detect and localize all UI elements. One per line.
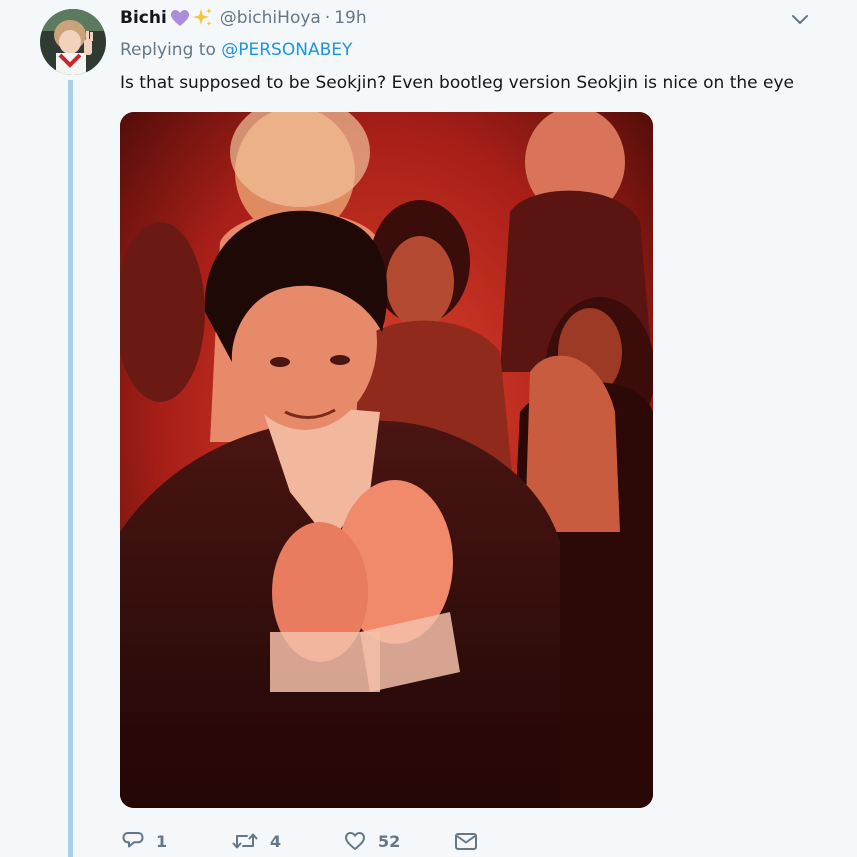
- like-count: 52: [378, 831, 401, 851]
- separator-dot: ·: [324, 8, 331, 28]
- tweet-media-photo[interactable]: [120, 112, 653, 808]
- direct-message-button[interactable]: [454, 826, 478, 856]
- retweet-icon: [232, 830, 258, 852]
- reply-icon: [122, 830, 144, 852]
- tweet-actions: 1 4 52: [120, 826, 620, 856]
- replying-prefix: Replying to: [120, 40, 222, 60]
- sparkles-emoji-icon: [192, 7, 214, 29]
- tweet-header: Bichi @bichiHoya · 19h: [120, 6, 367, 30]
- display-name[interactable]: Bichi: [120, 8, 167, 28]
- heart-icon: [344, 830, 366, 852]
- purple-heart-emoji-icon: [169, 7, 191, 29]
- tweet-text: Is that supposed to be Seokjin? Even boo…: [120, 73, 795, 93]
- reply-button[interactable]: 1: [122, 826, 167, 856]
- reply-count: 1: [156, 831, 168, 851]
- user-handle[interactable]: @bichiHoya: [220, 8, 321, 28]
- like-button[interactable]: 52: [344, 826, 400, 856]
- tweet[interactable]: Bichi @bichiHoya · 19h Replying to @PERS…: [0, 0, 857, 857]
- envelope-icon: [454, 830, 478, 852]
- replying-to-line: Replying to @PERSONABEY: [120, 40, 352, 60]
- timestamp[interactable]: 19h: [334, 8, 366, 28]
- retweet-button[interactable]: 4: [232, 826, 281, 856]
- thread-line: [68, 80, 73, 857]
- replying-to-mention[interactable]: @PERSONABEY: [221, 40, 352, 60]
- chevron-down-icon[interactable]: [790, 12, 810, 28]
- avatar[interactable]: [40, 9, 106, 75]
- retweet-count: 4: [270, 831, 282, 851]
